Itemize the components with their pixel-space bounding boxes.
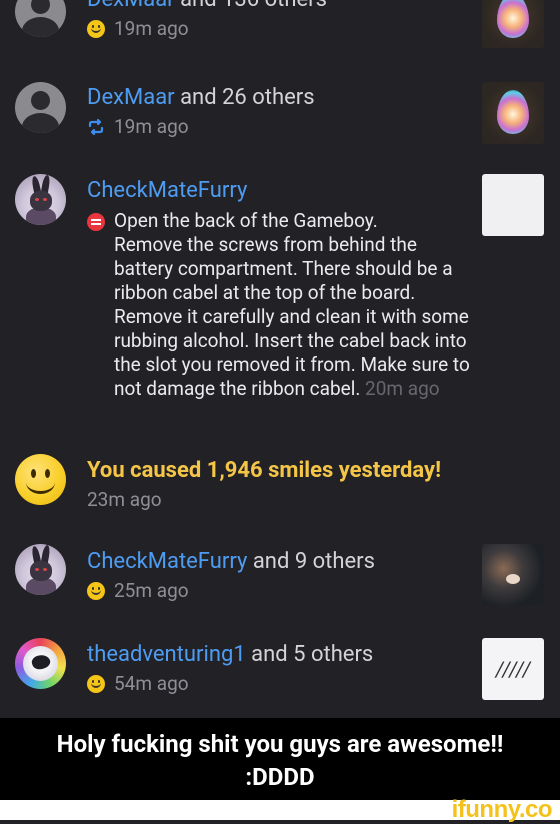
avatar[interactable]	[15, 0, 66, 37]
comment-icon	[87, 213, 105, 231]
notification-feed: DexMaar and 136 others 19m ago DexMaar a…	[0, 0, 560, 718]
others-count: and 9 others	[247, 549, 375, 574]
post-thumbnail[interactable]	[482, 544, 544, 606]
meme-caption: Holy fucking shit you guys are awesome!!…	[56, 730, 504, 791]
others-count: and 26 others	[174, 85, 315, 110]
smiley-face-avatar	[15, 454, 66, 505]
avatar[interactable]	[15, 544, 66, 595]
comment-text: Open the back of the Gameboy. Remove the…	[87, 209, 470, 401]
meme-caption-bar: Holy fucking shit you guys are awesome!!…	[0, 718, 560, 800]
post-thumbnail[interactable]: /////	[482, 638, 544, 700]
comment-first-line: Open the back of the Gameboy.	[114, 209, 378, 232]
timestamp: 19m ago	[114, 17, 189, 40]
username[interactable]: DexMaar	[87, 85, 175, 110]
timestamp: 20m ago	[365, 377, 440, 400]
smiley-icon	[87, 675, 105, 693]
avatar[interactable]	[15, 638, 66, 689]
timestamp: 54m ago	[114, 672, 189, 695]
smiles-summary: You caused 1,946 smiles yesterday!	[87, 458, 442, 483]
avatar[interactable]	[15, 174, 66, 225]
timestamp: 19m ago	[114, 115, 189, 138]
post-thumbnail[interactable]	[482, 82, 544, 144]
username[interactable]: CheckMateFurry	[87, 178, 247, 203]
avatar[interactable]	[15, 82, 66, 133]
post-thumbnail[interactable]	[482, 174, 544, 236]
thumbnail-text: /////	[496, 657, 530, 681]
post-thumbnail[interactable]	[482, 0, 544, 48]
watermark-bar: ifunny.co	[0, 796, 560, 823]
username[interactable]: theadventuring1	[87, 642, 246, 667]
comment-body: Remove the screws from behind the batter…	[114, 233, 470, 400]
repost-icon	[88, 118, 104, 136]
username[interactable]: CheckMateFurry	[87, 549, 247, 574]
smiley-icon	[87, 20, 105, 38]
others-count: and 5 others	[245, 642, 374, 667]
smiley-icon	[87, 582, 105, 600]
timestamp: 23m ago	[87, 488, 162, 511]
others-count: and 136 others	[175, 0, 327, 12]
username[interactable]: DexMaar	[87, 0, 175, 12]
timestamp: 25m ago	[114, 579, 189, 602]
